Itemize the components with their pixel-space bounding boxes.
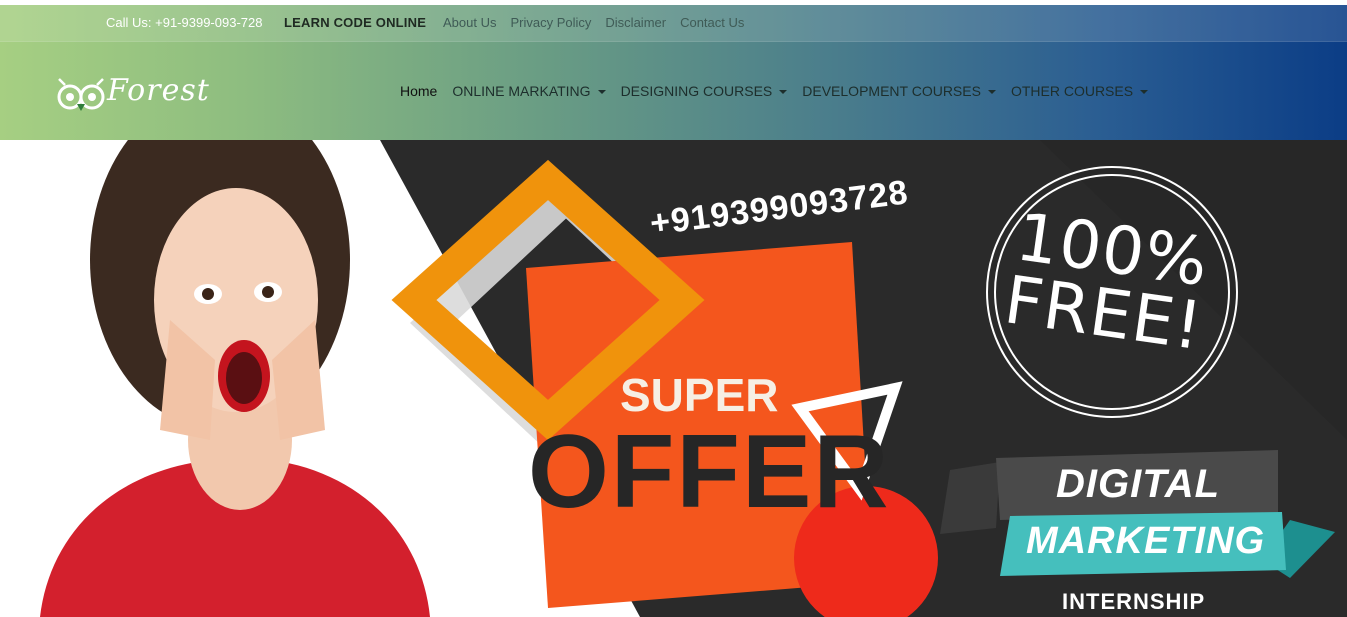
nav-home[interactable]: Home: [400, 83, 437, 99]
nav-online-marketing-label: ONLINE MARKATING: [452, 83, 591, 99]
learn-code-online-text: LEARN CODE ONLINE: [284, 15, 427, 30]
disclaimer-link[interactable]: Disclaimer: [605, 15, 666, 30]
nav-development-courses[interactable]: DEVELOPMENT COURSES: [802, 83, 996, 99]
nav-online-marketing[interactable]: ONLINE MARKATING: [452, 83, 606, 99]
hero-banner[interactable]: +919399093728 SUPER OFFER 100% FREE! DIG…: [0, 140, 1347, 617]
nav-home-label: Home: [400, 83, 438, 99]
top-links: About Us Privacy Policy Disclaimer Conta…: [443, 15, 744, 30]
top-bar: Call Us: +91-9399-093-728 LEARN CODE ONL…: [0, 5, 1347, 42]
ribbon-marketing-text: MARKETING: [1026, 520, 1266, 562]
privacy-policy-link[interactable]: Privacy Policy: [510, 15, 591, 30]
caret-down-icon: [987, 90, 996, 95]
logo-text: Forest: [107, 73, 210, 108]
contact-us-link[interactable]: Contact Us: [680, 15, 744, 30]
caret-down-icon: [1140, 90, 1149, 95]
offer-text: OFFER: [528, 414, 891, 530]
main-nav: Home ONLINE MARKATING DESIGNING COURSES …: [400, 83, 1149, 99]
internship-text: INTERNSHIP: [1062, 589, 1206, 614]
ribbon-digital-text: DIGITAL: [1056, 462, 1221, 506]
nav-designing-courses-label: DESIGNING COURSES: [620, 83, 773, 99]
call-us-text: Call Us: +91-9399-093-728: [106, 15, 263, 30]
caret-down-icon: [597, 90, 606, 95]
owl-icon: [57, 78, 105, 111]
nav-development-courses-label: DEVELOPMENT COURSES: [802, 83, 981, 99]
nav-other-courses-label: OTHER COURSES: [1010, 83, 1134, 99]
site-logo[interactable]: Forest: [55, 71, 225, 115]
nav-designing-courses[interactable]: DESIGNING COURSES: [621, 83, 788, 99]
nav-other-courses[interactable]: OTHER COURSES: [1010, 83, 1149, 99]
about-us-link[interactable]: About Us: [443, 15, 496, 30]
site-header: Call Us: +91-9399-093-728 LEARN CODE ONL…: [0, 5, 1347, 140]
free-badge: 100% FREE!: [1000, 198, 1216, 365]
woman-illustration: [40, 140, 430, 617]
caret-down-icon: [779, 90, 788, 95]
